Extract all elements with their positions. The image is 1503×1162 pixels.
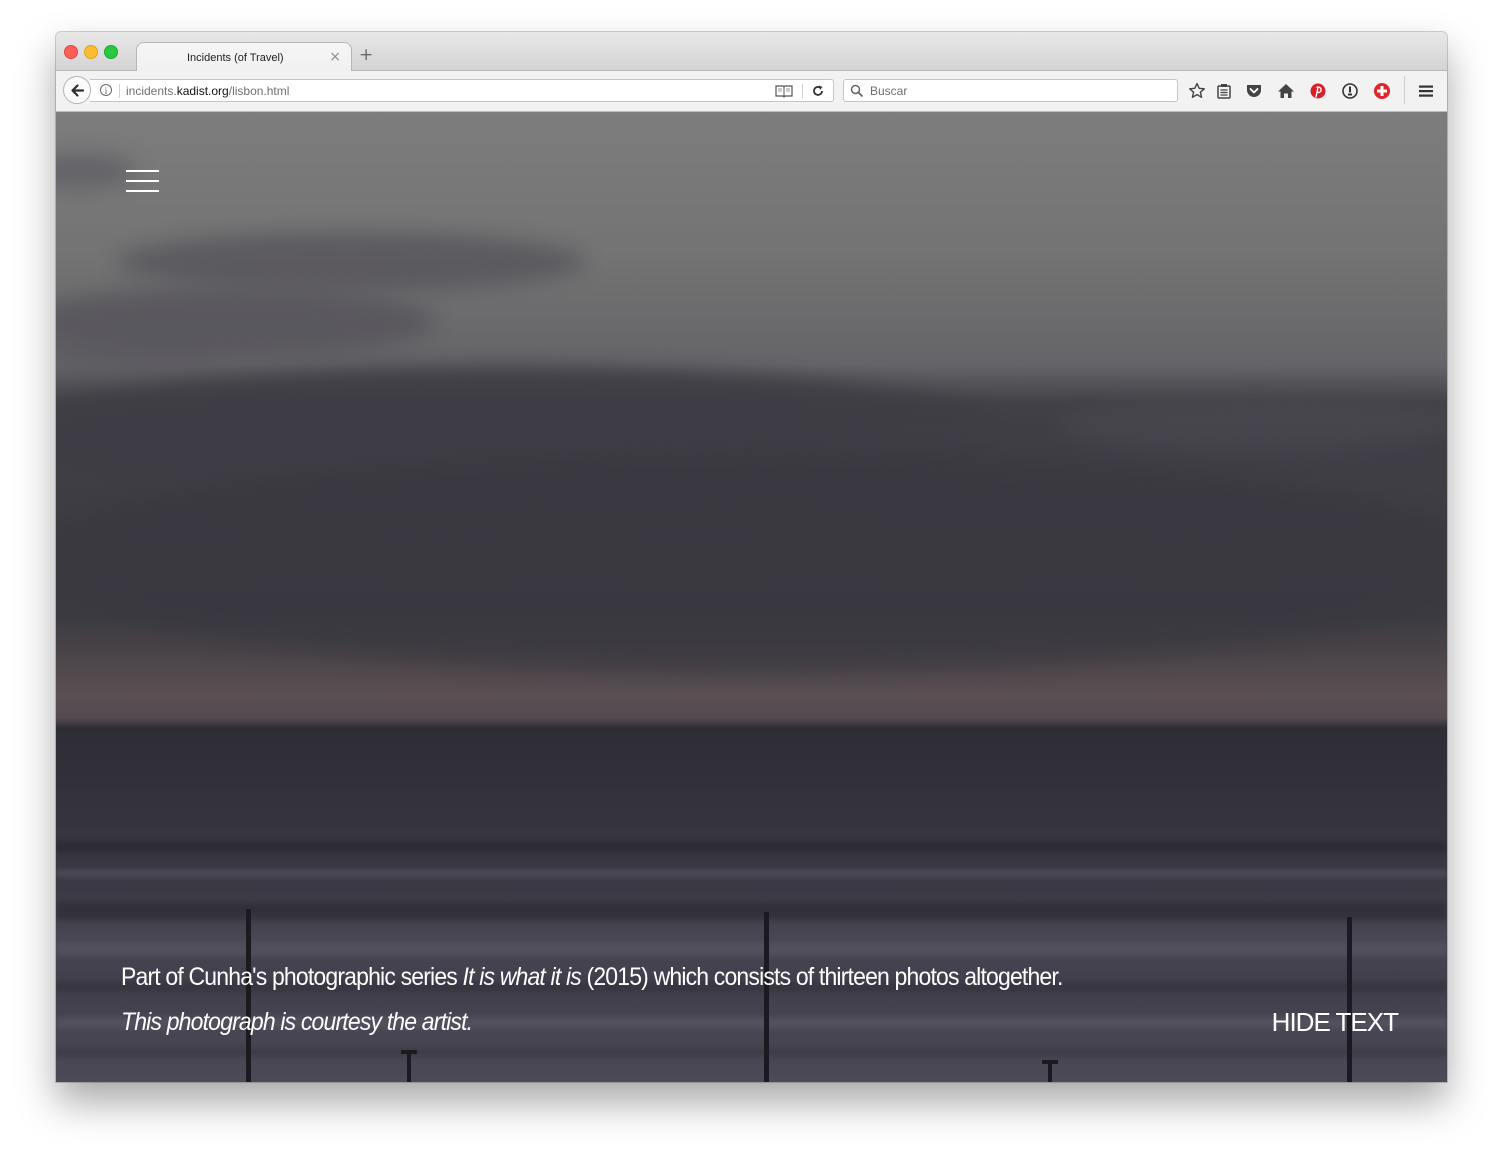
back-arrow-icon: [71, 84, 85, 97]
password-manager-icon[interactable]: [1341, 82, 1359, 100]
site-menu-button[interactable]: [126, 170, 160, 194]
caption-series-title: It is what it is: [462, 963, 582, 991]
browser-window: Incidents (of Travel) × + i incidents.ka…: [56, 32, 1447, 1082]
minimize-window-button[interactable]: [84, 45, 98, 59]
url-bar[interactable]: i incidents.kadist.org/lisbon.html: [90, 79, 834, 102]
new-tab-button[interactable]: +: [359, 47, 373, 64]
reading-list-icon[interactable]: [1215, 82, 1233, 100]
url-prefix: incidents.: [126, 84, 177, 98]
url-text[interactable]: incidents.kadist.org/lisbon.html: [126, 84, 289, 98]
pocket-icon[interactable]: [1245, 82, 1263, 100]
menu-line: [126, 170, 159, 172]
tab-strip: Incidents (of Travel) × +: [56, 32, 1447, 72]
caption-details: (2015) which consists of thirteen photos…: [580, 963, 1063, 991]
navigation-bar: i incidents.kadist.org/lisbon.html Busca…: [56, 71, 1447, 112]
caption-intro: Part of Cunha's photographic series: [121, 963, 463, 991]
reload-icon[interactable]: [811, 84, 825, 98]
photo-caption: Part of Cunha's photographic series It i…: [121, 955, 1078, 1045]
pinterest-icon[interactable]: [1309, 82, 1327, 100]
reader-view-icon[interactable]: [775, 84, 793, 98]
menu-icon[interactable]: [1417, 82, 1435, 100]
menu-line: [126, 190, 159, 192]
search-icon: [850, 84, 864, 98]
back-button[interactable]: [63, 76, 91, 104]
url-divider-2: [802, 84, 803, 98]
url-divider: [119, 84, 120, 98]
tab-title: Incidents (of Travel): [187, 52, 284, 64]
site-info-icon[interactable]: i: [100, 84, 112, 96]
zoom-window-button[interactable]: [104, 45, 118, 59]
close-window-button[interactable]: [64, 45, 78, 59]
hide-text-button[interactable]: HIDE TEXT: [1272, 1000, 1399, 1045]
toolbar-divider: [1404, 76, 1405, 104]
menu-line: [126, 180, 159, 182]
url-domain: kadist.org: [176, 84, 229, 98]
tab-active[interactable]: Incidents (of Travel) ×: [136, 42, 352, 72]
page-content: Part of Cunha's photographic series It i…: [56, 112, 1447, 1082]
adblock-plus-icon[interactable]: [1373, 82, 1391, 100]
url-path: /lisbon.html: [228, 84, 290, 98]
search-placeholder: Buscar: [870, 84, 908, 98]
search-bar[interactable]: Buscar: [843, 79, 1178, 102]
home-icon[interactable]: [1277, 82, 1295, 100]
bookmark-star-icon[interactable]: [1188, 82, 1206, 100]
caption-credit: This photograph is courtesy the artist.: [121, 1008, 473, 1036]
tab-close-icon[interactable]: ×: [329, 49, 341, 65]
